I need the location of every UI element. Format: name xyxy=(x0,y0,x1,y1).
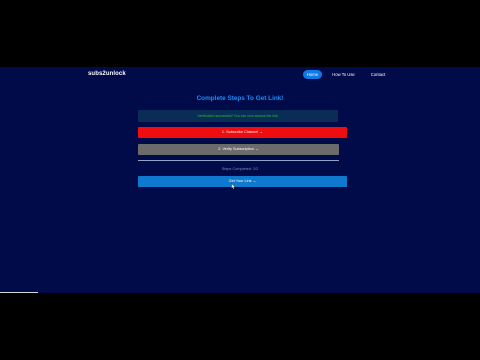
page: subs2unlock Home How To Use Contact Comp… xyxy=(0,67,480,293)
steps-progress-text: Steps Completed: 2/2 xyxy=(221,167,259,171)
brand-logo[interactable]: subs2unlock xyxy=(88,71,126,77)
page-title: Complete Steps To Get Link! xyxy=(196,95,284,102)
verify-subscription-button[interactable]: 2. Verify Subscription → xyxy=(138,144,339,155)
subscribe-channel-button[interactable]: 1. Subscribe Channel → xyxy=(138,127,347,138)
nav-how-to-use[interactable]: How To Use xyxy=(331,70,356,79)
divider xyxy=(138,160,339,161)
navbar: subs2unlock Home How To Use Contact xyxy=(0,67,480,83)
mouse-cursor-icon xyxy=(231,183,236,190)
nav-home[interactable]: Home xyxy=(303,70,322,79)
nav-contact[interactable]: Contact xyxy=(367,70,389,79)
progress-bar xyxy=(0,292,38,293)
get-link-button[interactable]: Get Your Link → xyxy=(138,176,347,187)
success-alert: Verification successful! You can now acc… xyxy=(138,110,338,122)
